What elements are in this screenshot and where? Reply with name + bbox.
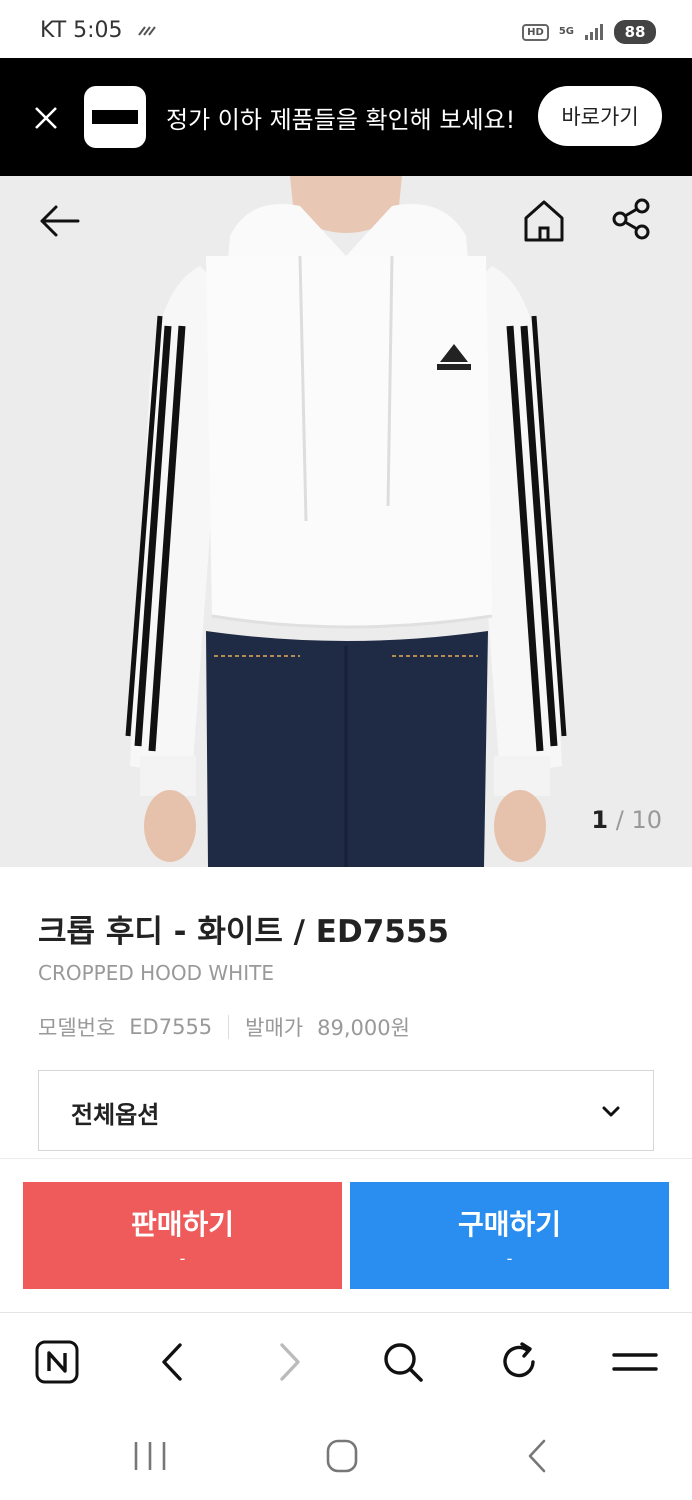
status-bar: KT 5:05 HD 5G 88 bbox=[0, 0, 692, 58]
sell-label: 판매하기 bbox=[130, 1208, 235, 1241]
system-navigation-bar bbox=[0, 1410, 692, 1500]
menu-icon[interactable] bbox=[612, 1339, 658, 1385]
buy-button[interactable]: 구매하기 - bbox=[350, 1182, 669, 1289]
browser-forward-icon[interactable] bbox=[266, 1339, 312, 1385]
battery-indicator: 88 bbox=[614, 20, 656, 44]
hd-badge: HD bbox=[522, 23, 549, 41]
chevron-down-icon bbox=[602, 1106, 620, 1117]
system-back-icon[interactable] bbox=[518, 1438, 558, 1474]
recents-icon[interactable] bbox=[130, 1438, 170, 1474]
buy-label: 구매하기 bbox=[457, 1208, 562, 1241]
model-label: 모델번호 bbox=[38, 1016, 116, 1040]
search-icon[interactable] bbox=[380, 1339, 426, 1385]
go-now-button[interactable]: 바로가기 bbox=[538, 86, 662, 146]
product-meta: 모델번호 ED7555 발매가 89,000원 bbox=[38, 1012, 410, 1042]
product-english-name: CROPPED HOOD WHITE bbox=[38, 961, 274, 985]
gallery-page-indicator: 1 / 10 bbox=[591, 806, 662, 834]
back-arrow-icon[interactable] bbox=[36, 198, 82, 244]
sell-price: - bbox=[179, 1249, 186, 1268]
refresh-icon[interactable] bbox=[496, 1339, 542, 1385]
buy-price: - bbox=[506, 1249, 513, 1268]
model-value: ED7555 bbox=[129, 1015, 213, 1039]
meta-divider bbox=[228, 1015, 230, 1039]
option-selected-label: 전체옵션 bbox=[71, 1101, 160, 1129]
trade-bar: 판매하기 - 구매하기 - bbox=[0, 1158, 692, 1312]
close-icon[interactable] bbox=[30, 102, 62, 134]
status-left: KT 5:05 bbox=[40, 18, 159, 43]
carrier-time: KT 5:05 bbox=[40, 18, 123, 43]
browser-back-icon[interactable] bbox=[150, 1339, 196, 1385]
banner-text: 정가 이하 제품들을 확인해 보세요! bbox=[166, 106, 516, 134]
gallery-separator: / bbox=[608, 806, 632, 834]
sell-button[interactable]: 판매하기 - bbox=[23, 1182, 342, 1289]
promo-banner: 정가 이하 제품들을 확인해 보세요! 바로가기 bbox=[0, 58, 692, 176]
product-image-gallery[interactable]: 1 / 10 bbox=[0, 176, 692, 867]
signal-icon bbox=[585, 24, 603, 40]
home-icon[interactable] bbox=[520, 196, 568, 244]
share-icon[interactable] bbox=[608, 196, 654, 242]
app-logo bbox=[84, 86, 146, 148]
release-price-label: 발매가 bbox=[245, 1016, 304, 1040]
browser-toolbar bbox=[0, 1312, 692, 1410]
status-right: HD 5G 88 bbox=[522, 20, 656, 44]
vibrate-icon bbox=[137, 25, 156, 36]
release-price-value: 89,000원 bbox=[317, 1016, 410, 1040]
product-title: 크롭 후디 - 화이트 / ED7555 bbox=[38, 914, 449, 950]
gallery-current: 1 bbox=[591, 806, 609, 834]
naver-icon[interactable] bbox=[34, 1339, 80, 1385]
option-dropdown[interactable]: 전체옵션 bbox=[38, 1070, 654, 1151]
home-button-icon[interactable] bbox=[322, 1438, 362, 1474]
product-photo bbox=[0, 176, 692, 867]
network-label: 5G bbox=[558, 26, 574, 37]
gallery-total: 10 bbox=[631, 806, 662, 834]
